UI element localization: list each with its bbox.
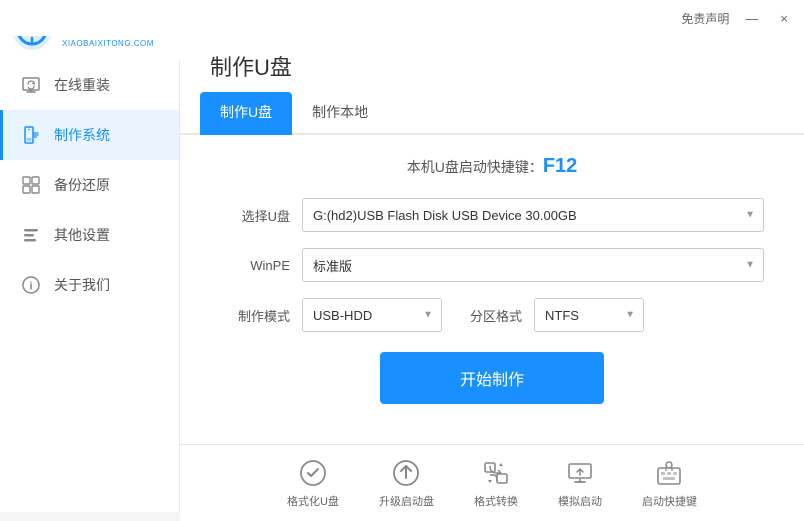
winpe-arrow-icon: ▼	[745, 260, 755, 271]
make-mode-value: USB-HDD	[313, 308, 372, 323]
sidebar-label-online-reinstall: 在线重装	[54, 75, 110, 95]
toolbar-boot-shortcut[interactable]: 启动快捷键	[642, 457, 697, 509]
toolbar-format-convert[interactable]: 格式转换	[474, 457, 518, 509]
winpe-label: WinPE	[220, 258, 290, 273]
boot-shortcut-icon	[653, 457, 685, 489]
partition-arrow-icon: ▼	[625, 310, 635, 321]
upgrade-boot-label: 升级启动盘	[379, 493, 434, 509]
sidebar-label-make-system: 制作系统	[54, 125, 110, 145]
make-system-icon	[20, 124, 42, 146]
make-mode-dropdown[interactable]: USB-HDD ▼	[302, 298, 442, 332]
toolbar-simulate-boot[interactable]: 模拟启动	[558, 457, 602, 509]
shortcut-key: F12	[543, 155, 577, 177]
close-button[interactable]: ×	[774, 9, 794, 28]
sidebar-item-other-settings[interactable]: 其他设置	[0, 210, 179, 260]
partition-value: NTFS	[545, 308, 579, 323]
sidebar-item-online-reinstall[interactable]: 在线重装	[0, 60, 179, 110]
sidebar-label-about-us: 关于我们	[54, 275, 110, 295]
bottom-toolbar: 格式化U盘 升级启动盘	[180, 444, 804, 521]
select-usb-arrow-icon: ▼	[745, 210, 755, 221]
format-convert-icon	[480, 457, 512, 489]
online-reinstall-icon	[20, 74, 42, 96]
sidebar-item-backup-restore[interactable]: 备份还原	[0, 160, 179, 210]
winpe-dropdown[interactable]: 标准版 ▼	[302, 248, 764, 282]
winpe-value: 标准版	[313, 256, 352, 275]
title-bar-controls: 免责声明 — ×	[681, 9, 794, 28]
toolbar-format-usb[interactable]: 格式化U盘	[287, 457, 339, 509]
sidebar: 小白系统 XIAOBAIXITONG.COM 在线重装	[0, 0, 180, 512]
tabs-bar: 制作U盘 制作本地	[180, 92, 804, 135]
make-mode-label: 制作模式	[220, 306, 290, 325]
format-usb-label: 格式化U盘	[287, 493, 339, 509]
winpe-row: WinPE 标准版 ▼	[220, 248, 764, 282]
logo-sub-text: XIAOBAIXITONG.COM	[62, 39, 154, 48]
simulate-boot-label: 模拟启动	[558, 493, 602, 509]
partition-dropdown[interactable]: NTFS ▼	[534, 298, 644, 332]
make-mode-arrow-icon: ▼	[423, 310, 433, 321]
form-area: 本机U盘启动快捷键：F12 选择U盘 G:(hd2)USB Flash Disk…	[180, 135, 804, 444]
app-container: 小白系统 XIAOBAIXITONG.COM 在线重装	[0, 0, 804, 512]
main-content: 制作U盘 制作U盘 制作本地 本机U盘启动快捷键：F12 选择U盘 G:(hd2…	[180, 0, 804, 512]
start-make-button[interactable]: 开始制作	[380, 352, 604, 404]
sidebar-label-other-settings: 其他设置	[54, 225, 110, 245]
toolbar-upgrade-boot[interactable]: 升级启动盘	[379, 457, 434, 509]
disclaimer-link[interactable]: 免责声明	[681, 10, 729, 27]
select-usb-dropdown[interactable]: G:(hd2)USB Flash Disk USB Device 30.00GB…	[302, 198, 764, 232]
make-mode-control: USB-HDD ▼	[302, 298, 442, 332]
title-bar: 免责声明 — ×	[0, 0, 804, 36]
backup-restore-icon	[20, 174, 42, 196]
simulate-boot-icon	[564, 457, 596, 489]
select-usb-row: 选择U盘 G:(hd2)USB Flash Disk USB Device 30…	[220, 198, 764, 232]
svg-text:i: i	[29, 281, 32, 293]
shortcut-hint: 本机U盘启动快捷键：F12	[220, 155, 764, 178]
winpe-control: 标准版 ▼	[302, 248, 764, 282]
partition-control: NTFS ▼	[534, 298, 644, 332]
mode-partition-row: 制作模式 USB-HDD ▼ 分区格式 NTFS ▼	[220, 298, 764, 332]
format-convert-label: 格式转换	[474, 493, 518, 509]
sidebar-item-make-system[interactable]: 制作系统	[0, 110, 179, 160]
select-usb-control: G:(hd2)USB Flash Disk USB Device 30.00GB…	[302, 198, 764, 232]
format-usb-icon	[297, 457, 329, 489]
page-title: 制作U盘	[180, 36, 804, 82]
partition-label: 分区格式	[470, 306, 522, 325]
minimize-button[interactable]: —	[739, 9, 764, 28]
sidebar-label-backup-restore: 备份还原	[54, 175, 110, 195]
sidebar-item-about-us[interactable]: i 关于我们	[0, 260, 179, 310]
about-us-icon: i	[20, 274, 42, 296]
select-usb-label: 选择U盘	[220, 206, 290, 225]
boot-shortcut-label: 启动快捷键	[642, 493, 697, 509]
upgrade-boot-icon	[390, 457, 422, 489]
other-settings-icon	[20, 224, 42, 246]
shortcut-prefix: 本机U盘启动快捷键：	[407, 159, 543, 175]
select-usb-value: G:(hd2)USB Flash Disk USB Device 30.00GB	[313, 208, 577, 223]
tab-make-usb[interactable]: 制作U盘	[200, 92, 292, 135]
tab-make-local[interactable]: 制作本地	[292, 92, 388, 135]
